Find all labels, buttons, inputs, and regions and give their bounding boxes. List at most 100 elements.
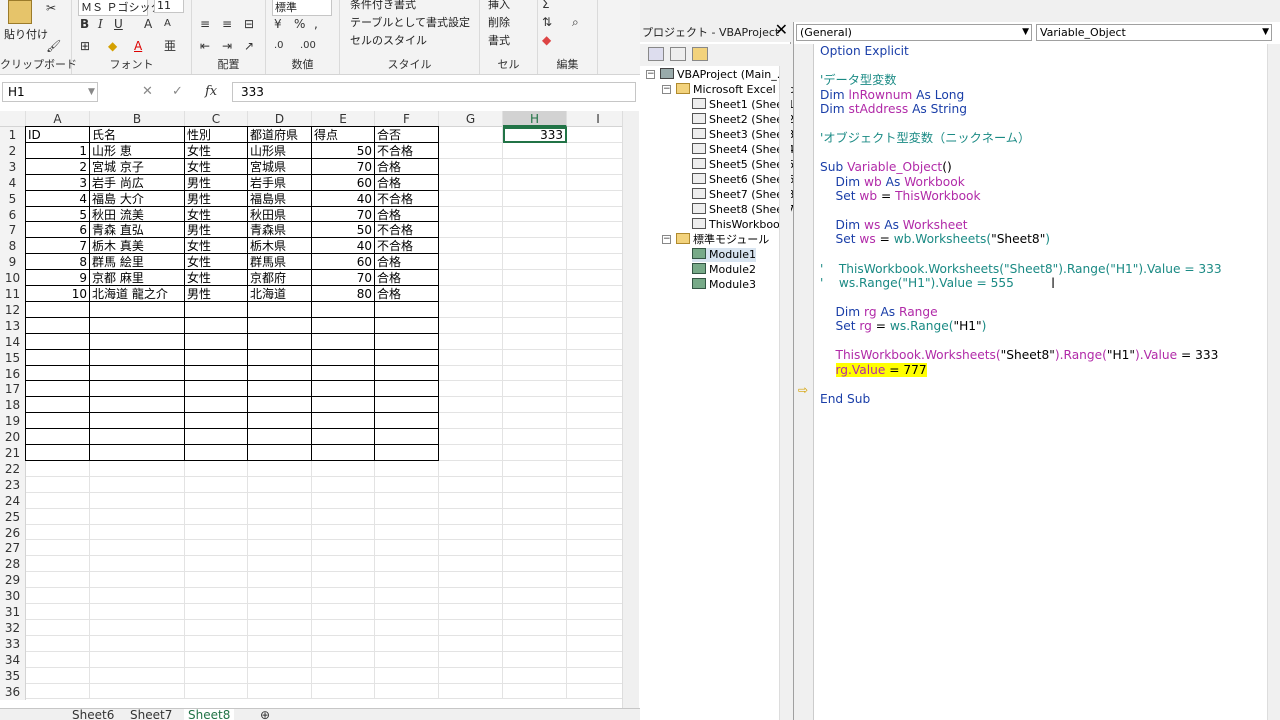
- cell[interactable]: 2: [26, 159, 89, 175]
- row-header[interactable]: 36: [0, 683, 26, 700]
- project-scrollbar[interactable]: [779, 66, 791, 720]
- border-icon[interactable]: ⊞: [80, 38, 90, 54]
- delete-button[interactable]: 削除: [488, 14, 510, 30]
- add-sheet-icon[interactable]: ⊕: [260, 709, 270, 720]
- cell[interactable]: 青森 直弘: [90, 222, 184, 238]
- column-header-d[interactable]: D: [248, 111, 312, 127]
- cell[interactable]: 山形 恵: [90, 143, 184, 159]
- row-header[interactable]: 12: [0, 301, 26, 318]
- tree-item-module[interactable]: Module1: [692, 248, 756, 262]
- column-header-c[interactable]: C: [185, 111, 248, 127]
- row-header[interactable]: 31: [0, 604, 26, 620]
- row-header[interactable]: 21: [0, 445, 26, 461]
- increase-decimal-icon[interactable]: .0: [274, 38, 284, 54]
- row-header[interactable]: 3: [0, 158, 26, 175]
- underline-icon[interactable]: U: [114, 16, 123, 32]
- cell[interactable]: 女性: [185, 159, 247, 175]
- cell[interactable]: 栃木 真美: [90, 238, 184, 254]
- column-header-i[interactable]: I: [567, 111, 622, 127]
- cell[interactable]: 女性: [185, 207, 247, 223]
- cell[interactable]: 3: [26, 175, 89, 191]
- row-header[interactable]: 16: [0, 365, 26, 382]
- cell[interactable]: 70: [312, 207, 374, 223]
- row-header[interactable]: 7: [0, 222, 26, 239]
- cell[interactable]: 岩手県: [248, 175, 311, 191]
- column-header-g[interactable]: G: [439, 111, 503, 127]
- fill-color-icon[interactable]: ◆: [108, 38, 117, 54]
- insert-button[interactable]: 挿入: [488, 0, 510, 12]
- cell[interactable]: 60: [312, 254, 374, 270]
- cut-icon[interactable]: ✂: [46, 0, 56, 16]
- decrease-indent-icon[interactable]: ⇤: [200, 38, 210, 54]
- cell[interactable]: 合格: [375, 286, 438, 302]
- row-header[interactable]: 2: [0, 142, 26, 159]
- cell[interactable]: 宮城 京子: [90, 159, 184, 175]
- row-header[interactable]: 17: [0, 381, 26, 398]
- row-header[interactable]: 14: [0, 333, 26, 350]
- cell[interactable]: 宮城県: [248, 159, 311, 175]
- row-header[interactable]: 25: [0, 508, 26, 525]
- cell[interactable]: 4: [26, 191, 89, 207]
- row-header[interactable]: 29: [0, 572, 26, 589]
- row-header[interactable]: 20: [0, 429, 26, 446]
- cell[interactable]: 栃木県: [248, 238, 311, 254]
- italic-icon[interactable]: I: [98, 16, 103, 32]
- cell[interactable]: 女性: [185, 143, 247, 159]
- cell[interactable]: 女性: [185, 254, 247, 270]
- column-header-b[interactable]: B: [90, 111, 185, 127]
- cell[interactable]: 京都 麻里: [90, 270, 184, 286]
- format-button[interactable]: 書式: [488, 32, 510, 48]
- cancel-icon[interactable]: ✕: [142, 84, 153, 99]
- cell[interactable]: 得点: [312, 127, 374, 143]
- insert-function-icon[interactable]: fx: [205, 84, 217, 99]
- cell[interactable]: 6: [26, 222, 89, 238]
- tree-folder-excel-objects[interactable]: Microsoft Excel Ob: [676, 83, 795, 97]
- cell[interactable]: 70: [312, 159, 374, 175]
- cell[interactable]: 50: [312, 143, 374, 159]
- cell[interactable]: 合格: [375, 254, 438, 270]
- cell[interactable]: 合格: [375, 175, 438, 191]
- row-header[interactable]: 32: [0, 619, 26, 636]
- cell[interactable]: 70: [312, 270, 374, 286]
- procedure-combo[interactable]: Variable_Object ▼: [1036, 24, 1272, 41]
- format-painter-icon[interactable]: 🖌: [46, 38, 61, 54]
- row-header[interactable]: 30: [0, 588, 26, 605]
- paste-button[interactable]: 貼り付け: [4, 26, 48, 42]
- row-header[interactable]: 34: [0, 651, 26, 668]
- tree-item-module[interactable]: Module3: [692, 278, 756, 292]
- align-center-icon[interactable]: ≡: [222, 16, 232, 32]
- tree-collapse-icon[interactable]: −: [646, 70, 655, 79]
- cell[interactable]: 秋田県: [248, 207, 311, 223]
- align-left-icon[interactable]: ≡: [200, 16, 210, 32]
- cell[interactable]: 不合格: [375, 238, 438, 254]
- cell[interactable]: 男性: [185, 286, 247, 302]
- sort-filter-icon[interactable]: ⇅: [542, 14, 552, 30]
- cell[interactable]: 合格: [375, 270, 438, 286]
- cell[interactable]: 8: [26, 254, 89, 270]
- selected-cell[interactable]: 333: [503, 127, 567, 143]
- cell[interactable]: 1: [26, 143, 89, 159]
- close-icon[interactable]: ✕: [775, 22, 788, 38]
- column-header-e[interactable]: E: [312, 111, 375, 127]
- select-all-corner[interactable]: [0, 111, 26, 127]
- column-header-h[interactable]: H: [503, 111, 567, 127]
- sheet-tab-active[interactable]: Sheet8: [184, 709, 235, 720]
- cell[interactable]: 50: [312, 222, 374, 238]
- shrink-font-icon[interactable]: A: [164, 16, 171, 32]
- row-header[interactable]: 22: [0, 460, 26, 477]
- cell[interactable]: 7: [26, 238, 89, 254]
- currency-icon[interactable]: ¥: [274, 16, 282, 32]
- view-object-icon[interactable]: [670, 47, 686, 61]
- font-name-select[interactable]: ＭＳ Ｐゴシック: [78, 0, 162, 16]
- cell[interactable]: 女性: [185, 238, 247, 254]
- cell[interactable]: 福島県: [248, 191, 311, 207]
- cell[interactable]: 不合格: [375, 222, 438, 238]
- vertical-scrollbar[interactable]: [622, 111, 639, 709]
- cell[interactable]: 都道府県: [248, 127, 311, 143]
- bold-icon[interactable]: B: [80, 16, 89, 32]
- code-scrollbar[interactable]: [1267, 44, 1280, 720]
- sheet-tab[interactable]: Sheet6: [72, 709, 114, 720]
- tree-project-root[interactable]: VBAProject (Main_.xl: [660, 68, 790, 82]
- worksheet-grid[interactable]: A B C D E F G H I 1 2 3 4 5 6 7 8 9 10 11 12 13 14 15 16 17 18 19 20…: [0, 111, 622, 709]
- row-header[interactable]: 27: [0, 540, 26, 557]
